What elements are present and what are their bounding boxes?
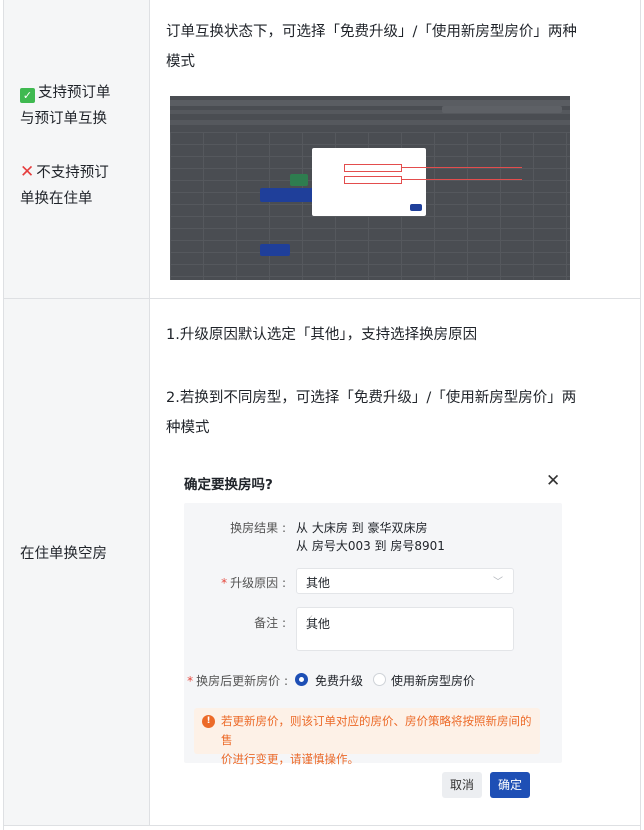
support-label: ✓ 支持预订单 与预订单互换 xyxy=(20,85,111,127)
check-icon: ✓ xyxy=(20,88,35,103)
dialog-body: 换房结果 : 从 大床房 到 豪华双床房 从 房号大003 到 房号8901 *… xyxy=(184,503,562,766)
result-line-1: 从 大床房 到 豪华双床房 xyxy=(296,521,428,535)
point-2: 2.若换到不同房型，可选择「免费升级」/「使用新房型房价」两 种模式 xyxy=(166,390,577,436)
option-new-label: 使用新房型房价 xyxy=(391,674,476,688)
row-content-cell: 订单互换状态下，可选择「免费升级」/「使用新房型房价」两种 模式 xyxy=(150,0,640,298)
point-1: 1.升级原因默认选定「其他」，支持选择换房原因 xyxy=(166,327,478,343)
feature-table: ✓ 支持预订单 与预订单互换 ✕ 不支持预订 单换在住单 订单互换状态下，可选择「免… xyxy=(3,0,641,830)
option-free-label: 免费升级 xyxy=(315,674,364,688)
cancel-button[interactable]: 取消 xyxy=(442,772,482,798)
mini-dialog xyxy=(312,148,426,216)
confirm-button[interactable]: 确定 xyxy=(490,772,530,798)
table-row: 在住单换空房 1.升级原因默认选定「其他」，支持选择换房原因 2.若换到不同房型… xyxy=(4,299,640,826)
reason-select[interactable]: 其他 ﹀ xyxy=(296,568,514,594)
no-support-label: ✕ 不支持预订 单换在住单 xyxy=(20,162,109,207)
row-content-cell: 1.升级原因默认选定「其他」，支持选择换房原因 2.若换到不同房型，可选择「免费… xyxy=(150,299,640,825)
note-label: 备注 : xyxy=(254,616,286,630)
cross-icon: ✕ xyxy=(20,162,35,182)
resize-handle-icon[interactable]: ⟋ xyxy=(306,615,511,649)
price-label: * 换房后更新房价 : xyxy=(187,674,288,688)
warning-notice: ! 若更新房价，则该订单对应的房价、房价策略将按照新房间的售 价进行变更，请谨慎… xyxy=(194,708,540,766)
close-icon[interactable]: ✕ xyxy=(546,471,560,491)
row-label-cell: 在住单换空房 xyxy=(4,299,150,825)
result-label: 换房结果 : xyxy=(230,521,286,535)
note-textarea[interactable]: 其他 ⟋ xyxy=(296,607,514,651)
row-label-cell: ✓ 支持预订单 与预订单互换 ✕ 不支持预订 单换在住单 xyxy=(4,0,150,298)
row-label: 在住单换空房 xyxy=(20,546,107,562)
warning-icon: ! xyxy=(202,715,215,728)
result-line-2: 从 房号大003 到 房号8901 xyxy=(296,539,445,553)
table-row: ✓ 支持预订单 与预订单互换 ✕ 不支持预订 单换在住单 订单互换状态下，可选择「免… xyxy=(4,0,640,299)
radio-new-price[interactable] xyxy=(373,673,386,686)
reason-label: * 升级原因 : xyxy=(221,576,286,590)
description: 订单互换状态下，可选择「免费升级」/「使用新房型房价」两种 模式 xyxy=(166,24,577,70)
swap-screenshot xyxy=(170,96,570,280)
chevron-down-icon: ﹀ xyxy=(493,577,503,588)
radio-free-upgrade[interactable] xyxy=(295,673,308,686)
dialog-title: 确定要换房吗? xyxy=(184,477,273,493)
swap-room-dialog: 确定要换房吗? ✕ 换房结果 : 从 大床房 到 豪华双床房 从 房号大003 … xyxy=(170,463,570,803)
